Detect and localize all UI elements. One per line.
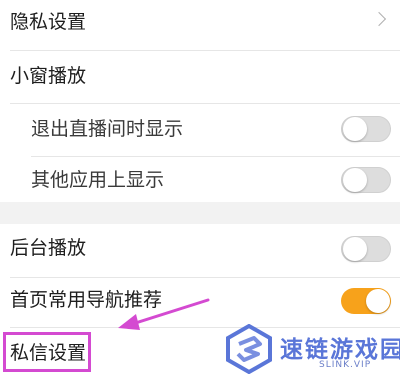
watermark: 速链游戏园 SLINK.VIP: [224, 322, 400, 376]
watermark-url: SLINK.VIP: [319, 360, 372, 370]
watermark-title: 速链游戏园: [280, 337, 400, 363]
watermark-logo-icon: [226, 324, 272, 374]
